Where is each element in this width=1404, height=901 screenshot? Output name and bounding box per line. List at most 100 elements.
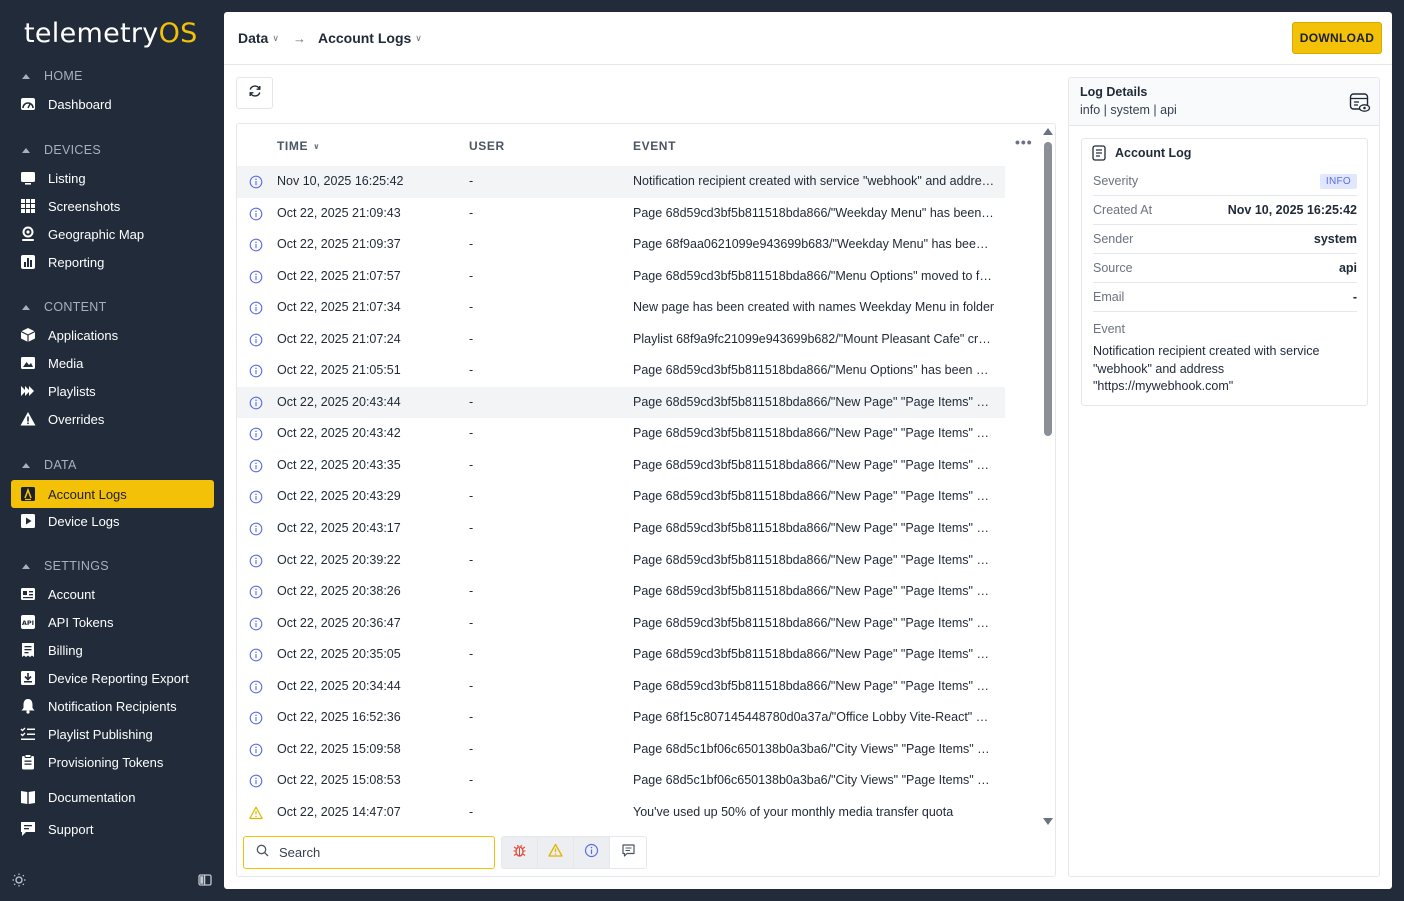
sidebar-item-listing[interactable]: Listing [11, 164, 214, 192]
table-row[interactable]: Oct 22, 2025 21:09:43 - Page 68d59cd3bf5b8… [237, 198, 1005, 230]
search-input[interactable] [279, 845, 479, 860]
sidebar-item-media[interactable]: Media [11, 349, 214, 377]
sidebar-item-account-logs[interactable]: Account Logs [11, 480, 214, 508]
table-row[interactable]: Oct 22, 2025 15:08:53 - Page 68d5c1bf06c65… [237, 765, 1005, 797]
warning-filter-button[interactable] [538, 837, 574, 868]
row-time: Oct 22, 2025 20:36:47 [277, 615, 401, 630]
info-filter-button[interactable] [574, 837, 610, 868]
section-data[interactable]: DATA [22, 458, 77, 472]
sidebar-item-device-logs[interactable]: Device Logs [11, 507, 214, 535]
table-row[interactable]: Oct 22, 2025 20:43:35 - Page 68d59cd3bf5b8… [237, 450, 1005, 482]
row-user: - [469, 710, 474, 725]
sidebar-item-overrides[interactable]: Overrides [11, 405, 214, 433]
table-body: Nov 10, 2025 16:25:42 - Notification recip… [237, 166, 1005, 828]
svg-text:API: API [22, 619, 34, 627]
bug-icon [512, 843, 527, 863]
view-log-icon[interactable] [1349, 92, 1371, 114]
table-row[interactable]: Oct 22, 2025 20:43:17 - Page 68d59cd3bf5b8… [237, 513, 1005, 545]
table-row[interactable]: Oct 22, 2025 15:09:58 - Page 68d5c1bf06c65… [237, 734, 1005, 766]
sidebar-item-playlists[interactable]: Playlists [11, 377, 214, 405]
sidebar-item-reporting[interactable]: Reporting [11, 248, 214, 276]
breadcrumb-account-logs[interactable]: Account Logs ∨ [318, 30, 422, 46]
table-row[interactable]: Nov 10, 2025 16:25:42 - Notification recip… [237, 166, 1005, 198]
table-row[interactable]: Oct 22, 2025 20:43:42 - Page 68d59cd3bf5b8… [237, 418, 1005, 450]
sidebar-item-provisioning-tokens[interactable]: Provisioning Tokens [11, 748, 214, 776]
row-event: Page 68f15c807145448780d0a37a/"Office Lo… [633, 710, 995, 725]
dashboard-icon [20, 96, 36, 112]
table-row[interactable]: Oct 22, 2025 20:38:26 - Page 68d59cd3bf5b8… [237, 576, 1005, 608]
row-event: Page 68d59cd3bf5b811518bda866/"Menu Opti… [633, 268, 995, 283]
play-box-icon [20, 513, 36, 529]
message-filter-button[interactable] [610, 837, 646, 868]
section-settings[interactable]: SETTINGS [22, 559, 109, 573]
section-devices[interactable]: DEVICES [22, 143, 101, 157]
table-row[interactable]: Oct 22, 2025 14:47:07 - You've used up 50%… [237, 797, 1005, 829]
error-filter-button[interactable] [502, 837, 538, 868]
scroll-thumb[interactable] [1044, 142, 1052, 436]
collapse-sidebar-icon[interactable] [198, 873, 212, 887]
search-box[interactable] [243, 836, 495, 869]
sidebar-item-notification-recipients[interactable]: Notification Recipients [11, 692, 214, 720]
info-icon [249, 617, 263, 631]
scroll-down-icon[interactable] [1043, 818, 1053, 825]
table-row[interactable]: Oct 22, 2025 20:43:44 - Page 68d59cd3bf5b8… [237, 386, 1005, 419]
sidebar-item-device-reporting-export[interactable]: Device Reporting Export [11, 664, 214, 692]
info-icon [249, 490, 263, 504]
sidebar-item-documentation[interactable]: Documentation [11, 783, 214, 811]
api-icon: API [20, 614, 36, 630]
scrollbar[interactable] [1042, 128, 1054, 828]
table-row[interactable]: Oct 22, 2025 21:07:24 - Playlist 68f9a9fc2… [237, 324, 1005, 356]
row-time: Oct 22, 2025 20:34:44 [277, 678, 401, 693]
log-details-title: Log Details [1080, 85, 1148, 99]
row-event: Playlist 68f9a9fc21099e943699b682/"Mount… [633, 331, 995, 346]
info-icon [249, 711, 263, 725]
info-icon [249, 175, 263, 189]
row-time: Oct 22, 2025 21:09:37 [277, 237, 401, 252]
theme-toggle-icon[interactable] [12, 873, 26, 887]
refresh-button[interactable] [236, 77, 273, 109]
download-button[interactable]: DOWNLOAD [1292, 22, 1382, 54]
row-time: Oct 22, 2025 21:07:24 [277, 331, 401, 346]
info-icon [249, 743, 263, 757]
sidebar-item-api-tokens[interactable]: API API Tokens [11, 608, 214, 636]
row-time: Oct 22, 2025 15:09:58 [277, 741, 401, 756]
row-user: - [469, 678, 474, 693]
detail-severity: Severity INFO [1093, 167, 1357, 196]
sidebar-item-playlist-publishing[interactable]: Playlist Publishing [11, 720, 214, 748]
info-icon [249, 207, 263, 221]
table-row[interactable]: Oct 22, 2025 21:07:57 - Page 68d59cd3bf5b8… [237, 261, 1005, 293]
row-time: Oct 22, 2025 21:07:34 [277, 300, 401, 315]
section-home[interactable]: HOME [22, 69, 83, 83]
table-row[interactable]: Oct 22, 2025 21:07:34 - New page has been … [237, 292, 1005, 324]
sidebar-item-applications[interactable]: Applications [11, 321, 214, 349]
scroll-up-icon[interactable] [1043, 128, 1053, 135]
column-time[interactable]: TIME ∨ [277, 139, 320, 153]
row-user: - [469, 205, 474, 220]
table-row[interactable]: Oct 22, 2025 20:35:05 - Page 68d59cd3bf5b8… [237, 639, 1005, 671]
sidebar-item-billing[interactable]: Billing [11, 636, 214, 664]
logo[interactable]: telemetryOS [24, 18, 198, 49]
sidebar-item-account[interactable]: Account [11, 580, 214, 608]
row-event: Page 68d59cd3bf5b811518bda866/"Menu Opti… [633, 363, 995, 378]
breadcrumb-data[interactable]: Data ∨ [238, 30, 279, 46]
table-row[interactable]: Oct 22, 2025 21:09:37 - Page 68f9aa0621099… [237, 229, 1005, 261]
table-row[interactable]: Oct 22, 2025 16:52:36 - Page 68f15c8071454… [237, 702, 1005, 734]
sidebar-item-screenshots[interactable]: Screenshots [11, 192, 214, 220]
row-user: - [469, 552, 474, 567]
table-row[interactable]: Oct 22, 2025 20:34:44 - Page 68d59cd3bf5b8… [237, 671, 1005, 703]
row-time: Oct 22, 2025 20:38:26 [277, 584, 401, 599]
sidebar-item-dashboard[interactable]: Dashboard [11, 90, 214, 118]
table-row[interactable]: Oct 22, 2025 20:43:29 - Page 68d59cd3bf5b8… [237, 481, 1005, 513]
table-row[interactable]: Oct 22, 2025 20:39:22 - Page 68d59cd3bf5b8… [237, 545, 1005, 577]
sidebar-item-geographic-map[interactable]: Geographic Map [11, 220, 214, 248]
table-row[interactable]: Oct 22, 2025 20:36:47 - Page 68d59cd3bf5b8… [237, 608, 1005, 640]
section-content[interactable]: CONTENT [22, 300, 107, 314]
more-options-icon[interactable]: ••• [1015, 134, 1033, 150]
column-user: USER [469, 139, 505, 153]
sidebar-item-support[interactable]: Support [11, 815, 214, 843]
table-row[interactable]: Oct 22, 2025 21:05:51 - Page 68d59cd3bf5b8… [237, 355, 1005, 387]
row-time: Oct 22, 2025 20:43:44 [277, 394, 401, 409]
row-time: Oct 22, 2025 20:35:05 [277, 647, 401, 662]
info-icon [249, 301, 263, 315]
table-header: TIME ∨ USER EVENT ••• [237, 124, 1055, 166]
